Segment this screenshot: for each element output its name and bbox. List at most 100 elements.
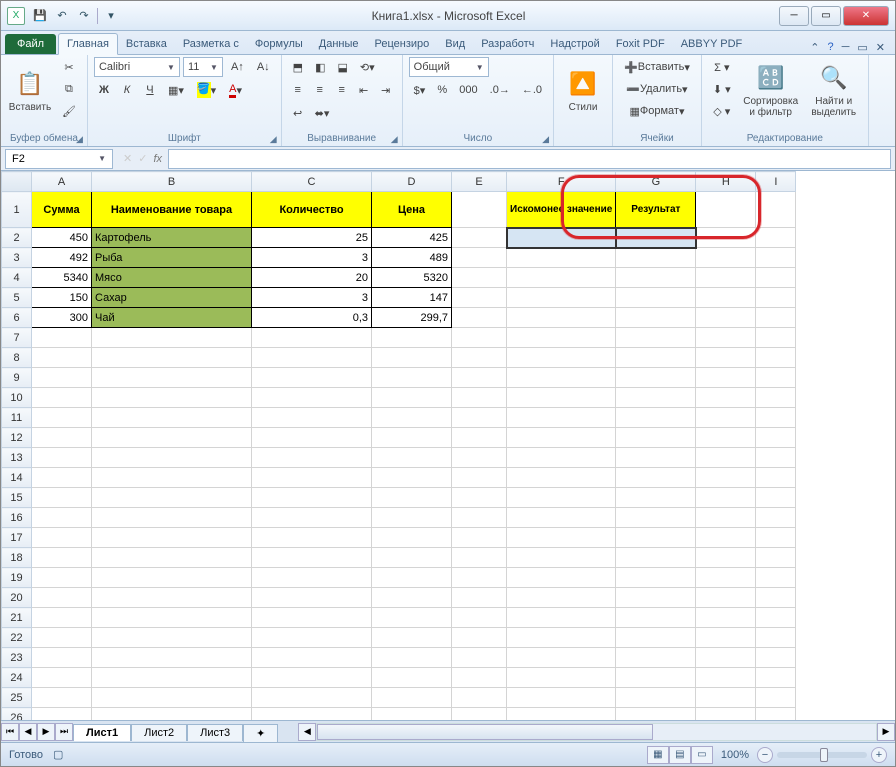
cell[interactable] [92, 568, 252, 588]
cell[interactable] [616, 388, 696, 408]
row-header[interactable]: 23 [2, 648, 32, 668]
cell[interactable]: 450 [32, 228, 92, 248]
cell[interactable] [756, 608, 796, 628]
cell[interactable] [696, 648, 756, 668]
cell[interactable] [452, 488, 507, 508]
cell[interactable] [92, 488, 252, 508]
cell[interactable] [252, 348, 372, 368]
cell[interactable] [696, 308, 756, 328]
cell[interactable] [252, 408, 372, 428]
cell[interactable] [92, 528, 252, 548]
cell[interactable] [452, 348, 507, 368]
redo-button[interactable]: ↷ [75, 7, 93, 25]
cell[interactable] [696, 628, 756, 648]
cell[interactable] [252, 388, 372, 408]
cell[interactable] [32, 608, 92, 628]
cell[interactable] [372, 408, 452, 428]
col-header[interactable]: G [616, 172, 696, 192]
cell[interactable] [616, 268, 696, 288]
inc-decimal-icon[interactable]: .0→ [485, 80, 515, 100]
cell[interactable] [696, 548, 756, 568]
cell[interactable] [452, 608, 507, 628]
cell[interactable] [696, 608, 756, 628]
cell[interactable] [372, 448, 452, 468]
row-header[interactable]: 1 [2, 192, 32, 228]
row-header[interactable]: 20 [2, 588, 32, 608]
minimize-ribbon-icon[interactable]: ⌃ [810, 41, 819, 54]
cell[interactable]: 0,3 [252, 308, 372, 328]
cell[interactable]: Рыба [92, 248, 252, 268]
cell[interactable] [507, 308, 616, 328]
font-color-button[interactable]: A▾ [224, 80, 247, 100]
cell[interactable] [616, 528, 696, 548]
cell[interactable] [507, 568, 616, 588]
hscroll-left-icon[interactable]: ◀ [298, 723, 316, 741]
border-button[interactable]: ▦▾ [163, 80, 189, 100]
cell[interactable] [756, 408, 796, 428]
cell[interactable] [756, 268, 796, 288]
cell[interactable] [452, 308, 507, 328]
col-header[interactable]: D [372, 172, 452, 192]
cell[interactable] [756, 248, 796, 268]
cell[interactable] [252, 708, 372, 721]
cell[interactable] [616, 548, 696, 568]
zoom-thumb[interactable] [820, 748, 828, 762]
cell[interactable] [92, 408, 252, 428]
dialog-launcher-icon[interactable]: ◢ [542, 134, 549, 145]
cell[interactable] [616, 688, 696, 708]
cell[interactable] [372, 588, 452, 608]
cell[interactable] [32, 348, 92, 368]
underline-button[interactable]: Ч [140, 80, 160, 100]
zoom-slider[interactable] [777, 752, 867, 758]
row-header[interactable]: 5 [2, 288, 32, 308]
cell[interactable] [372, 608, 452, 628]
row-header[interactable]: 3 [2, 248, 32, 268]
cell[interactable] [92, 668, 252, 688]
cell[interactable] [92, 468, 252, 488]
sheet-tab[interactable]: Лист3 [187, 724, 243, 741]
fx-icon[interactable]: fx [153, 153, 162, 165]
grow-font-icon[interactable]: A↑ [226, 57, 249, 77]
tab-nav-last-icon[interactable]: ⏭ [55, 723, 73, 741]
row-header[interactable]: 4 [2, 268, 32, 288]
cell[interactable] [92, 388, 252, 408]
dialog-launcher-icon[interactable]: ◢ [270, 134, 277, 145]
cell[interactable] [616, 608, 696, 628]
cell[interactable] [452, 688, 507, 708]
cell[interactable] [616, 428, 696, 448]
align-bottom-icon[interactable]: ⬓ [332, 57, 352, 77]
cell[interactable] [92, 588, 252, 608]
orientation-icon[interactable]: ⟲▾ [355, 57, 380, 77]
cell[interactable] [616, 448, 696, 468]
cell[interactable] [756, 468, 796, 488]
cell[interactable] [756, 308, 796, 328]
cell[interactable] [32, 588, 92, 608]
cell[interactable] [372, 708, 452, 721]
cell[interactable] [696, 288, 756, 308]
cell[interactable] [696, 268, 756, 288]
cell[interactable]: Цена [372, 192, 452, 228]
cell[interactable] [507, 608, 616, 628]
cell[interactable] [616, 308, 696, 328]
cell[interactable] [696, 528, 756, 548]
name-box[interactable]: F2▼ [5, 149, 113, 169]
indent-dec-icon[interactable]: ⇤ [354, 80, 374, 100]
qat-more-icon[interactable]: ▾ [102, 7, 120, 25]
cell[interactable]: 150 [32, 288, 92, 308]
italic-button[interactable]: К [117, 80, 137, 100]
indent-inc-icon[interactable]: ⇥ [376, 80, 396, 100]
cell[interactable] [452, 192, 507, 228]
cell[interactable] [32, 328, 92, 348]
cell[interactable]: 492 [32, 248, 92, 268]
cell[interactable] [372, 668, 452, 688]
cell[interactable]: Количество [252, 192, 372, 228]
cell[interactable] [756, 348, 796, 368]
cell[interactable] [616, 228, 696, 248]
cell[interactable] [372, 508, 452, 528]
cell[interactable] [452, 268, 507, 288]
cell[interactable] [252, 568, 372, 588]
cell[interactable] [696, 368, 756, 388]
cell[interactable] [756, 388, 796, 408]
cell[interactable] [32, 528, 92, 548]
cell[interactable] [92, 708, 252, 721]
